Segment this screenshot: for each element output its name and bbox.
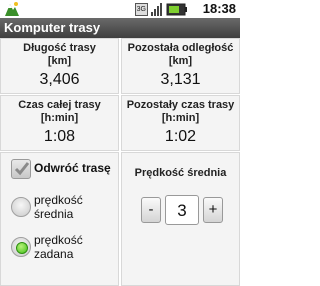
speed-stepper: - 3 + [139,195,225,225]
total-time-label: Czas całej trasy [h:min] [1,99,118,125]
speed-panel: Prędkość średnia - 3 + [121,152,240,286]
speed-title: Prędkość średnia [134,167,227,179]
status-bar: 3G 18:38 [0,0,240,18]
remaining-time-unit: [h:min] [161,112,200,124]
remaining-distance-label-text: Pozostała odległość [127,42,234,54]
distance-cell: Długość trasy [km] 3,406 [0,38,119,94]
distance-value: 3,406 [39,71,80,88]
total-time-unit: [h:min] [40,112,79,124]
checkmark-icon [14,162,30,176]
app-logo-icon [5,2,19,16]
battery-icon [166,3,187,15]
remaining-distance-label: Pozostała odległość [km] [122,42,239,68]
total-time-label-text: Czas całej trasy [18,99,101,111]
increase-speed-button[interactable]: + [203,197,223,223]
clock: 18:38 [202,1,236,16]
radio-average-speed-label[interactable]: prędkość średnia [34,193,83,221]
radio-set-speed-label[interactable]: prędkość zadana [34,233,83,261]
remaining-distance-value: 3,131 [160,71,201,88]
remaining-distance-cell: Pozostała odległość [km] 3,131 [121,38,240,94]
speed-value[interactable]: 3 [165,195,199,225]
reverse-route-label[interactable]: Odwróć trasę [34,161,111,175]
radio-set-speed-line1: prędkość [34,233,83,247]
status-icons: 3G [134,2,188,16]
signal-icon [151,2,162,16]
options-panel: Odwróć trasę prędkość średnia prędkość z… [0,152,119,286]
radio-average-speed[interactable] [11,197,31,217]
reverse-route-checkbox[interactable] [11,159,31,179]
distance-unit: [km] [47,55,72,67]
distance-label-text: Długość trasy [23,42,96,54]
radio-set-speed[interactable] [11,237,31,257]
remaining-time-label-text: Pozostały czas trasy [126,99,235,111]
total-time-value: 1:08 [43,128,76,145]
total-time-cell: Czas całej trasy [h:min] 1:08 [0,95,119,151]
sim-icon: 3G [134,2,148,16]
distance-label: Długość trasy [km] [1,42,118,68]
remaining-time-value: 1:02 [164,128,197,145]
decrease-speed-button[interactable]: - [141,197,161,223]
remaining-distance-unit: [km] [168,55,193,67]
radio-average-speed-line1: prędkość [34,193,83,207]
app-title: Komputer trasy [0,18,240,38]
radio-average-speed-line2: średnia [34,207,74,221]
remaining-time-label: Pozostały czas trasy [h:min] [122,99,239,125]
radio-set-speed-line2: zadana [34,247,74,261]
remaining-time-cell: Pozostały czas trasy [h:min] 1:02 [121,95,240,151]
